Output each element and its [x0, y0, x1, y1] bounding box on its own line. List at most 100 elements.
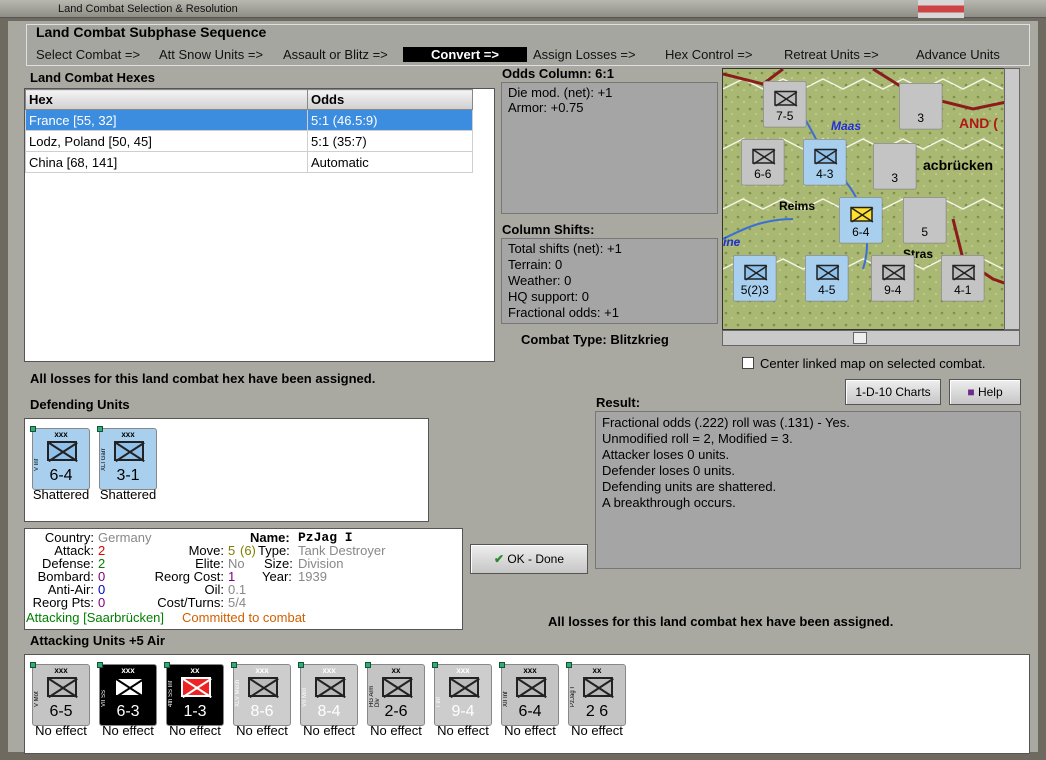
attacking-unit-counter[interactable]: xxx XLV Mech 8-6: [231, 662, 291, 726]
cell-odds: 5:1 (35:7): [307, 130, 473, 152]
help-icon: ■: [967, 385, 975, 399]
map-air-counter[interactable]: 3: [873, 143, 917, 190]
defending-unit-counter[interactable]: xxx V Inf 6-4: [30, 426, 90, 490]
ok-done-button[interactable]: ✔ OK - Done: [470, 544, 588, 574]
map-label-saarbrucken: acbrücken: [923, 157, 994, 173]
unit-size: xxx: [121, 666, 135, 675]
attacking-unit-status: No effect: [504, 723, 556, 738]
step-hex-control: Hex Control =>: [665, 47, 753, 62]
unit-value: 1-3: [183, 703, 207, 720]
attacking-unit-status: No effect: [571, 723, 623, 738]
map-air-counter[interactable]: 5: [903, 197, 947, 244]
unit-value: 6-3: [116, 703, 140, 720]
result-line: Attacker loses 0 units.: [602, 447, 730, 462]
attacking-unit-status: No effect: [303, 723, 355, 738]
defending-title: Defending Units: [30, 397, 130, 412]
col-hex[interactable]: Hex: [25, 89, 308, 110]
info-label: Cost/Turns:: [157, 595, 224, 610]
info-ct: 5/4: [228, 595, 247, 610]
unit-value: 6-4: [518, 703, 542, 720]
step-select-combat: Select Combat =>: [36, 47, 141, 62]
attacking-unit-counter[interactable]: xxx V Mot 6-5: [30, 662, 90, 726]
result-title: Result:: [596, 395, 641, 410]
odds-line: Armor: +0.75: [508, 100, 584, 115]
help-label: Help: [977, 385, 1003, 399]
step-att-snow: Att Snow Units =>: [159, 47, 264, 62]
defending-unit-counter[interactable]: xxx XLI Garr 3-1: [97, 426, 157, 490]
subphase-title: Land Combat Subphase Sequence: [36, 24, 267, 40]
table-row[interactable]: Lodz, Poland [50, 45] 5:1 (35:7): [25, 130, 473, 152]
shift-line: Weather: 0: [508, 273, 572, 288]
cell-odds: 5:1 (46.5:9): [307, 109, 473, 131]
map-unit-counter[interactable]: 7-5: [763, 81, 807, 128]
attacking-unit-counter[interactable]: xx HG Arm Div 2-6: [365, 662, 425, 726]
shifts-box: Total shifts (net): +1 Terrain: 0 Weathe…: [501, 238, 718, 324]
cell-hex: France [55, 32]: [25, 109, 308, 131]
attacking-unit-counter[interactable]: xx PzJag I2 6: [566, 662, 626, 726]
step-assault-blitz: Assault or Blitz =>: [283, 47, 388, 62]
map-label-land: AND (: [959, 115, 998, 131]
window-title: Land Combat Selection & Resolution: [0, 0, 1046, 18]
unit-value: 6-5: [49, 703, 73, 720]
hscroll-thumb[interactable]: [853, 332, 867, 344]
combat-type: Combat Type: Blitzkrieg: [521, 332, 669, 347]
map-hscroll[interactable]: [722, 330, 1020, 346]
odds-title: Odds Column: 6:1: [502, 66, 614, 81]
losses-message-2: All losses for this land combat hex have…: [548, 614, 894, 629]
attacking-unit-status: No effect: [35, 723, 87, 738]
attacking-unit-counter[interactable]: xxx VII Mot 8-4: [298, 662, 358, 726]
attacking-unit-status: No effect: [370, 723, 422, 738]
unit-size: xx: [190, 666, 200, 675]
step-convert: Convert =>: [403, 47, 527, 62]
attacking-unit-counter[interactable]: xxx XII Inf 6-4: [499, 662, 559, 726]
help-button[interactable]: ■ Help: [949, 379, 1021, 405]
attacking-unit-status: No effect: [169, 723, 221, 738]
info-status-attacking: Attacking [Saarbrücken]: [26, 610, 165, 625]
unit-symbol-icon: [382, 677, 412, 697]
info-status-committed: Committed to combat: [182, 610, 306, 625]
unit-value: 2 6: [585, 703, 609, 720]
map-unit-counter[interactable]: 4-3: [803, 139, 847, 186]
map-unit-counter[interactable]: 6-6: [741, 139, 785, 186]
step-retreat: Retreat Units =>: [784, 47, 879, 62]
attacking-unit-counter[interactable]: xxx I Inf 9-4: [432, 662, 492, 726]
map-unit-counter-selected[interactable]: 6-4: [839, 197, 883, 244]
unit-size: xxx: [523, 666, 537, 675]
charts-button[interactable]: 1-D-10 Charts: [845, 379, 941, 405]
map-vscroll[interactable]: [1004, 68, 1020, 330]
result-line: Fractional odds (.222) roll was (.131) -…: [602, 415, 850, 430]
map-label-ine: ine: [723, 235, 741, 249]
map-unit-counter[interactable]: 9-4: [871, 255, 915, 302]
info-year: 1939: [298, 569, 327, 584]
table-row[interactable]: France [55, 32] 5:1 (46.5:9): [25, 109, 473, 131]
map-air-counter[interactable]: 3: [899, 83, 943, 130]
result-line: A breakthrough occurs.: [602, 495, 736, 510]
result-line: Defending units are shattered.: [602, 479, 777, 494]
result-box: Fractional odds (.222) roll was (.131) -…: [595, 411, 1021, 569]
map-unit-counter[interactable]: 4-5: [805, 255, 849, 302]
unit-symbol-icon: [449, 677, 479, 697]
col-odds[interactable]: Odds: [307, 89, 473, 110]
unit-value: 8-6: [250, 703, 274, 720]
center-map-checkbox[interactable]: [742, 357, 754, 369]
map-unit-counter[interactable]: 4-1: [941, 255, 985, 302]
odds-line: Die mod. (net): +1: [508, 85, 613, 100]
result-line: Defender loses 0 units.: [602, 463, 735, 478]
center-map-label: Center linked map on selected combat.: [760, 356, 986, 371]
cell-odds: Automatic: [307, 151, 473, 173]
checkmark-icon: ✔: [493, 552, 504, 566]
cell-hex: Lodz, Poland [50, 45]: [25, 130, 308, 152]
map-unit-counter[interactable]: 5(2)3: [733, 255, 777, 302]
table-row[interactable]: China [68, 141] Automatic: [25, 151, 473, 173]
linked-map[interactable]: Maas Reims ine AND ( acbrücken Stras 7-5…: [722, 68, 1020, 330]
unit-value: 2-6: [384, 703, 408, 720]
hexes-list: Hex Odds France [55, 32] 5:1 (46.5:9) Lodz…: [24, 88, 495, 362]
unit-value: 8-4: [317, 703, 341, 720]
attacking-unit-counter[interactable]: xx 4th SS Inf 1-3: [164, 662, 224, 726]
result-line: Unmodified roll = 2, Modified = 3.: [602, 431, 793, 446]
unit-symbol-icon: [181, 677, 211, 697]
defending-unit-status: Shattered: [99, 487, 157, 502]
unit-size: xxx: [54, 666, 68, 675]
attacking-unit-counter[interactable]: xxx VII SS 6-3: [97, 662, 157, 726]
info-label: Year:: [262, 569, 292, 584]
